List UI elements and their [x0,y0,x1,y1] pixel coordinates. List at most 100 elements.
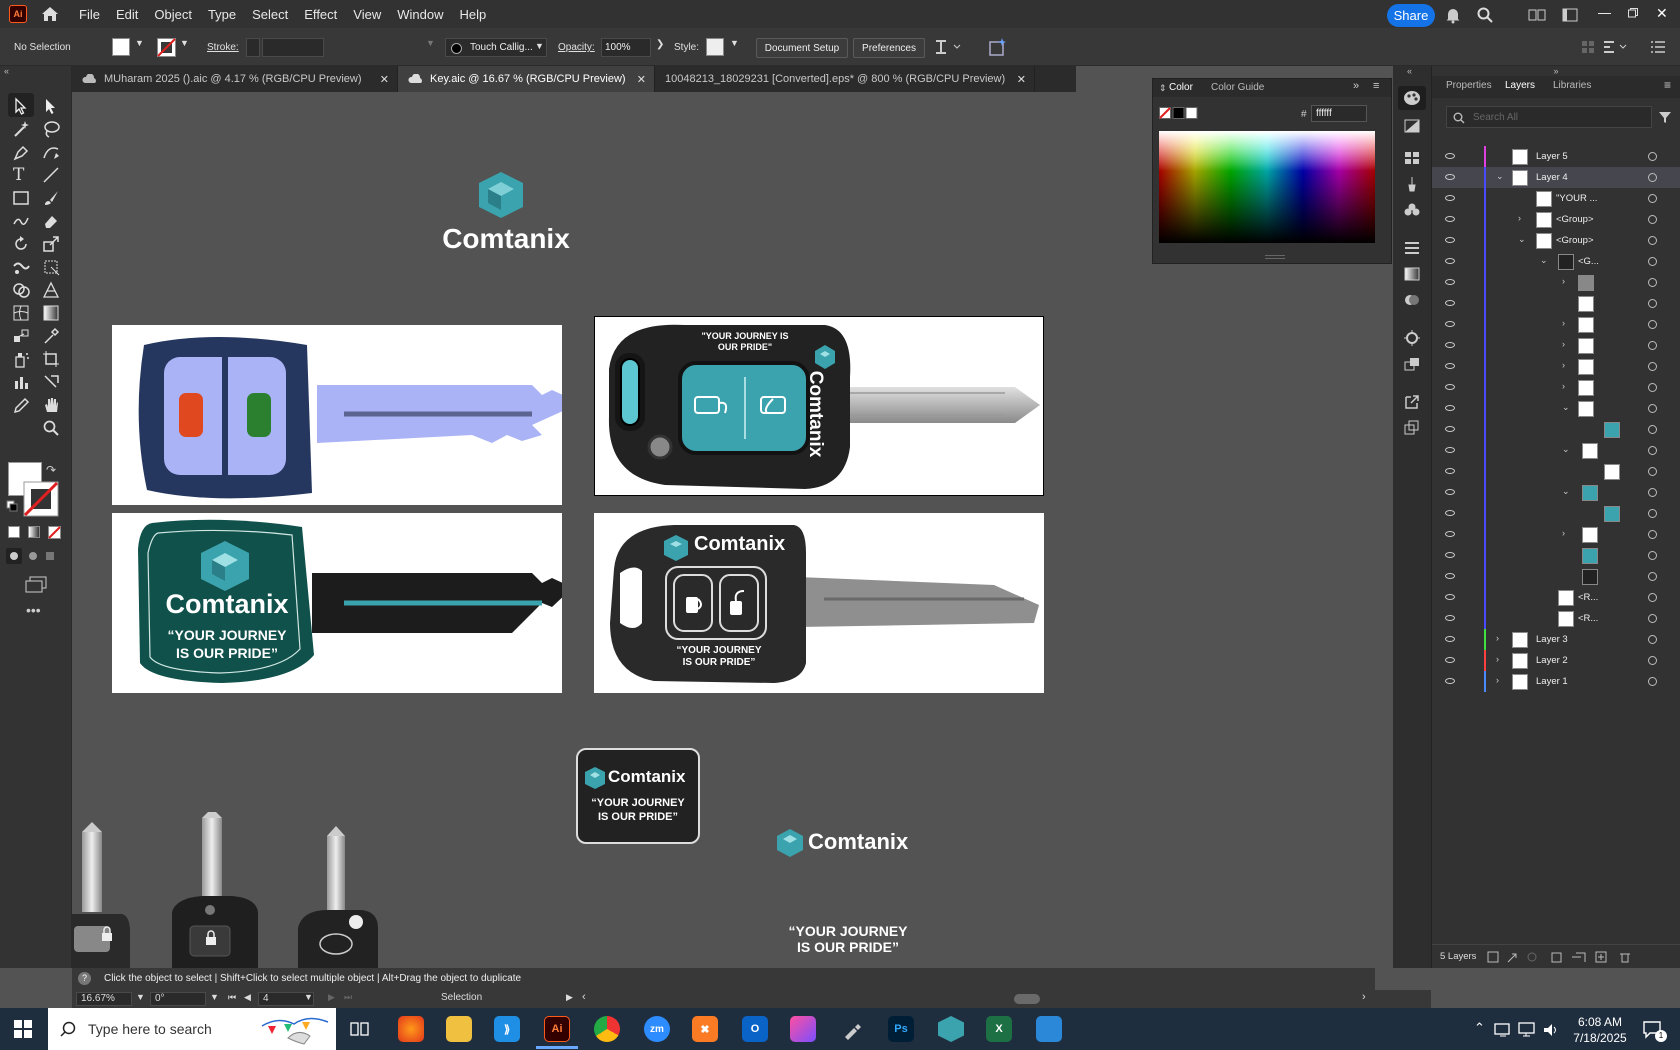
expand-chevron-icon[interactable]: › [1562,360,1565,370]
layer-row[interactable]: › [1432,314,1680,335]
tab-converted-eps[interactable]: 10048213_18029231 [Converted].eps* @ 800… [655,66,1035,92]
chrome-icon[interactable] [594,1016,620,1042]
target-circle-icon[interactable] [1648,425,1657,434]
target-circle-icon[interactable] [1648,614,1657,623]
menu-edit[interactable]: Edit [116,7,138,22]
target-circle-icon[interactable] [1648,572,1657,581]
none-mode-icon[interactable] [48,526,61,539]
target-circle-icon[interactable] [1648,467,1657,476]
creative-cloud-icon[interactable] [790,1016,816,1042]
target-circle-icon[interactable] [1648,236,1657,245]
panel-collapse-icon[interactable]: ⇕ [1159,83,1167,94]
home-icon[interactable] [39,4,61,24]
magic-wand-tool-icon[interactable] [12,120,30,138]
mesh-tool-icon[interactable] [12,304,30,322]
graphic-styles-icon[interactable] [1403,356,1421,372]
shape-builder-tool-icon[interactable] [12,281,30,299]
share-button[interactable]: Share [1387,4,1435,27]
artboard-1[interactable] [112,325,562,505]
taskbar-search-box[interactable]: Type here to search [48,1008,336,1050]
visibility-eye-icon[interactable] [1445,426,1455,432]
symbol-sprayer-tool-icon[interactable] [12,350,30,368]
bell-icon[interactable] [1444,6,1462,24]
tab-close-icon[interactable]: ✕ [1017,73,1026,86]
artboard-2[interactable]: "YOUR JOURNEY IS OUR PRIDE" Comtanix [594,316,1044,496]
photoshop-icon[interactable]: Ps [888,1016,914,1042]
horizontal-scrollbar-thumb[interactable] [1014,994,1040,1004]
control-bar-menu-icon[interactable] [1650,40,1666,54]
layer-row[interactable]: <R... [1432,608,1680,629]
edit-toolbar-icon[interactable]: ••• [26,602,41,618]
visibility-eye-icon[interactable] [1445,153,1455,159]
document-setup-button[interactable]: Document Setup [756,38,848,58]
stroke-chevron-icon[interactable]: ▼ [180,38,189,48]
stroke-weight-stepper[interactable] [246,38,260,57]
gradient-mode-icon[interactable] [28,526,40,538]
zoom-field[interactable]: 16.67% [76,992,132,1006]
artboard-tool-icon[interactable] [42,350,60,368]
file-explorer-icon[interactable] [446,1016,472,1042]
window-close-icon[interactable]: ✕ [1656,5,1668,22]
layer-row[interactable]: › [1432,524,1680,545]
window-minimize-icon[interactable]: — [1598,5,1611,20]
panel-menu-icon[interactable]: ≡ [1664,78,1671,92]
next-artboard-icon[interactable]: ▶ [328,992,335,1003]
paintbrush-tool-icon[interactable] [42,189,60,207]
gradient-tool-icon[interactable] [42,304,60,322]
selection-tool-icon[interactable] [12,97,30,115]
target-circle-icon[interactable] [1648,299,1657,308]
export-panel-icon[interactable] [1403,394,1421,410]
visibility-eye-icon[interactable] [1445,552,1455,558]
brand-badge[interactable]: Comtanix “YOUR JOURNEY IS OUR PRIDE” [576,748,700,844]
target-circle-icon[interactable] [1648,278,1657,287]
layer-row[interactable]: ⌄ [1432,482,1680,503]
visibility-eye-icon[interactable] [1445,258,1455,264]
opacity-label[interactable]: Opacity: [558,42,595,53]
layer-row[interactable] [1432,461,1680,482]
excel-icon[interactable]: X [986,1016,1012,1042]
outlook-icon[interactable]: O [742,1016,768,1042]
line-tool-icon[interactable] [42,166,60,184]
menu-view[interactable]: View [353,7,381,22]
zoom-tool-icon[interactable] [42,419,60,437]
stroke-panel-icon[interactable] [1403,240,1421,256]
stroke-color-box[interactable] [22,480,60,518]
default-colors-icon[interactable] [6,500,18,512]
vscode-icon[interactable]: ⟫ [494,1016,520,1042]
perspective-grid-tool-icon[interactable] [42,281,60,299]
scroll-left-icon[interactable]: ‹ [582,991,586,1003]
collapse-dock-icon[interactable]: « [1407,66,1412,76]
visibility-eye-icon[interactable] [1445,321,1455,327]
illustrator-taskbar-icon[interactable]: Ai [544,1016,570,1042]
transform-options-icon[interactable] [1602,39,1630,55]
zoom-chevron-icon[interactable]: ▼ [136,992,145,1002]
layer-row[interactable]: › [1432,272,1680,293]
rotation-field[interactable]: 0° [150,992,206,1006]
panel-resize-handle[interactable] [1265,255,1285,259]
photos-app-icon[interactable] [1036,1016,1062,1042]
target-circle-icon[interactable] [1648,383,1657,392]
visibility-eye-icon[interactable] [1445,594,1455,600]
target-circle-icon[interactable] [1648,677,1657,686]
brushes-panel-icon[interactable] [1403,176,1421,192]
menu-select[interactable]: Select [252,7,288,22]
show-hidden-icons[interactable]: ⌃ [1474,1020,1485,1036]
system-clock[interactable]: 6:08 AM 7/18/2025 [1568,1014,1632,1046]
transparency-panel-icon[interactable] [1403,292,1421,308]
rotate-tool-icon[interactable] [12,235,30,253]
swap-fill-stroke-icon[interactable]: ↷ [46,463,56,477]
visibility-eye-icon[interactable] [1445,174,1455,180]
visibility-eye-icon[interactable] [1445,300,1455,306]
target-circle-icon[interactable] [1648,446,1657,455]
visibility-eye-icon[interactable] [1445,195,1455,201]
layer-row[interactable] [1432,503,1680,524]
layer-row[interactable]: <R... [1432,587,1680,608]
expand-chevron-icon[interactable]: › [1518,213,1521,223]
visibility-eye-icon[interactable] [1445,636,1455,642]
target-circle-icon[interactable] [1648,341,1657,350]
visibility-eye-icon[interactable] [1445,279,1455,285]
slice-tool-icon[interactable] [42,373,60,391]
layer-row[interactable] [1432,566,1680,587]
tab-color-guide[interactable]: Color Guide [1211,82,1264,93]
previous-artboard-icon[interactable]: ◀ [244,992,251,1003]
